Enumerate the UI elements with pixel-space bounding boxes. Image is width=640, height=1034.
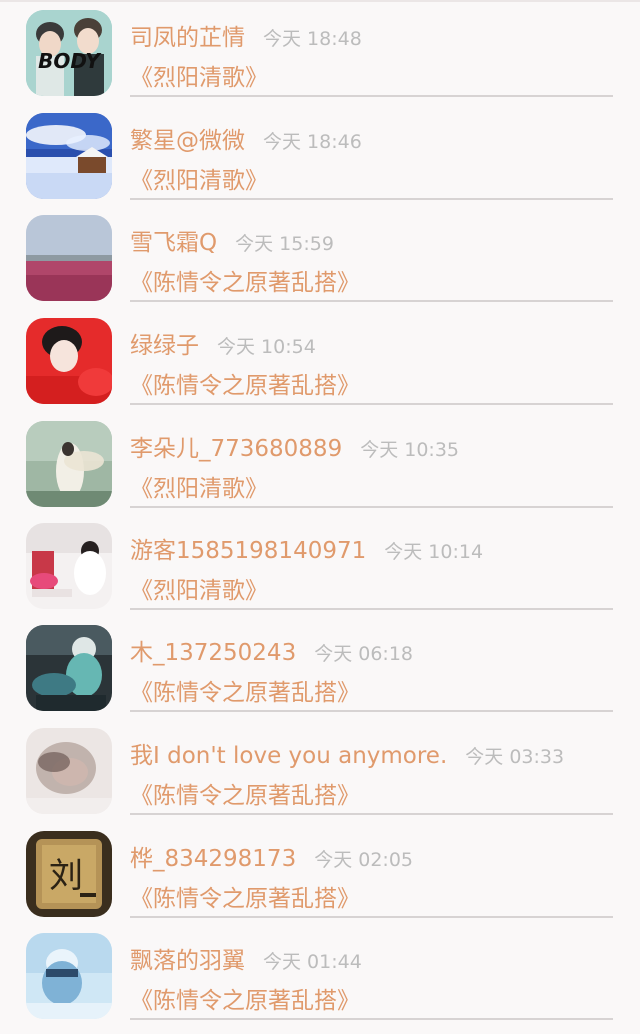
avatar-image <box>26 318 112 404</box>
avatar[interactable] <box>26 933 112 1019</box>
name-line: 绿绿子 今天 10:54 <box>130 326 316 360</box>
name-line: 游客1585198140971 今天 10:14 <box>130 531 483 565</box>
book-title[interactable]: 《烈阳清歌》 <box>130 571 268 605</box>
name-line: 李朵儿_773680889 今天 10:35 <box>130 429 459 463</box>
book-title[interactable]: 《陈情令之原著乱搭》 <box>130 776 360 810</box>
divider <box>130 403 613 405</box>
username[interactable]: 桦_834298173 <box>130 839 296 873</box>
name-line: 司凤的芷情 今天 18:48 <box>130 18 362 52</box>
avatar[interactable] <box>26 215 112 301</box>
username[interactable]: 飘落的羽翼 <box>130 941 245 975</box>
avatar-image: 刘 <box>26 831 112 917</box>
list-item[interactable]: 雪飞霜Q 今天 15:59 《陈情令之原著乱搭》 <box>0 205 640 308</box>
avatar-image <box>26 625 112 711</box>
name-line: 飘落的羽翼 今天 01:44 <box>130 941 362 975</box>
username[interactable]: 木_137250243 <box>130 633 296 667</box>
username[interactable]: 游客1585198140971 <box>130 531 366 565</box>
book-title[interactable]: 《烈阳清歌》 <box>130 161 268 195</box>
book-title[interactable]: 《陈情令之原著乱搭》 <box>130 981 360 1015</box>
timestamp: 今天 10:54 <box>217 336 316 358</box>
list-item[interactable]: 我I don't love you anymore. 今天 03:33 《陈情令… <box>0 718 640 821</box>
avatar[interactable] <box>26 421 112 507</box>
avatar-overlay-text: 刘 <box>49 856 83 896</box>
avatar[interactable] <box>26 523 112 609</box>
avatar[interactable]: 刘 <box>26 831 112 917</box>
avatar-image <box>26 728 112 814</box>
avatar-image: BODY <box>26 10 112 96</box>
list-item[interactable]: 绿绿子 今天 10:54 《陈情令之原著乱搭》 <box>0 308 640 411</box>
timestamp: 今天 10:35 <box>360 439 459 461</box>
timestamp: 今天 06:18 <box>314 643 413 665</box>
avatar[interactable] <box>26 728 112 814</box>
book-title[interactable]: 《陈情令之原著乱搭》 <box>130 673 360 707</box>
name-line: 木_137250243 今天 06:18 <box>130 633 413 667</box>
avatar[interactable] <box>26 625 112 711</box>
avatar[interactable]: BODY <box>26 10 112 96</box>
timestamp: 今天 18:46 <box>263 131 362 153</box>
timestamp: 今天 01:44 <box>263 951 362 973</box>
divider <box>130 198 613 200</box>
timestamp: 今天 02:05 <box>314 849 413 871</box>
list-item[interactable]: 飘落的羽翼 今天 01:44 《陈情令之原著乱搭》 <box>0 923 640 1026</box>
divider <box>130 95 613 97</box>
avatar-image <box>26 215 112 301</box>
timestamp: 今天 03:33 <box>465 746 565 768</box>
list-item[interactable]: 李朵儿_773680889 今天 10:35 《烈阳清歌》 <box>0 411 640 514</box>
avatar[interactable] <box>26 318 112 404</box>
divider <box>130 1018 613 1020</box>
divider <box>130 300 613 302</box>
avatar-image <box>26 421 112 507</box>
divider <box>130 506 613 508</box>
avatar-image <box>26 523 112 609</box>
book-title[interactable]: 《烈阳清歌》 <box>130 58 268 92</box>
name-line: 桦_834298173 今天 02:05 <box>130 839 413 873</box>
timestamp: 今天 18:48 <box>263 28 362 50</box>
divider <box>130 608 613 610</box>
book-title[interactable]: 《烈阳清歌》 <box>130 469 268 503</box>
list-item[interactable]: 游客1585198140971 今天 10:14 《烈阳清歌》 <box>0 513 640 616</box>
book-title[interactable]: 《陈情令之原著乱搭》 <box>130 879 360 913</box>
username[interactable]: 雪飞霜Q <box>130 223 217 257</box>
book-title[interactable]: 《陈情令之原著乱搭》 <box>130 263 360 297</box>
avatar-overlay-text: BODY <box>38 49 102 73</box>
username[interactable]: 我I don't love you anymore. <box>130 736 447 770</box>
avatar[interactable] <box>26 113 112 199</box>
divider <box>130 813 613 815</box>
avatar-image <box>26 933 112 1019</box>
list-item[interactable]: 繁星@微微 今天 18:46 《烈阳清歌》 <box>0 103 640 206</box>
name-line: 繁星@微微 今天 18:46 <box>130 121 362 155</box>
divider <box>130 710 613 712</box>
divider <box>130 916 613 918</box>
name-line: 我I don't love you anymore. 今天 03:33 <box>130 736 564 770</box>
name-line: 雪飞霜Q 今天 15:59 <box>130 223 334 257</box>
avatar-image <box>26 113 112 199</box>
list-item[interactable]: 刘 桦_834298173 今天 02:05 《陈情令之原著乱搭》 <box>0 821 640 924</box>
username[interactable]: 绿绿子 <box>130 326 199 360</box>
book-title[interactable]: 《陈情令之原著乱搭》 <box>130 366 360 400</box>
timestamp: 今天 15:59 <box>235 233 334 255</box>
username[interactable]: 繁星@微微 <box>130 121 245 155</box>
list-item[interactable]: BODY 司凤的芷情 今天 18:48 《烈阳清歌》 <box>0 0 640 103</box>
timestamp: 今天 10:14 <box>384 541 484 563</box>
username[interactable]: 司凤的芷情 <box>130 18 245 52</box>
username[interactable]: 李朵儿_773680889 <box>130 429 342 463</box>
list-item[interactable]: 木_137250243 今天 06:18 《陈情令之原著乱搭》 <box>0 615 640 718</box>
